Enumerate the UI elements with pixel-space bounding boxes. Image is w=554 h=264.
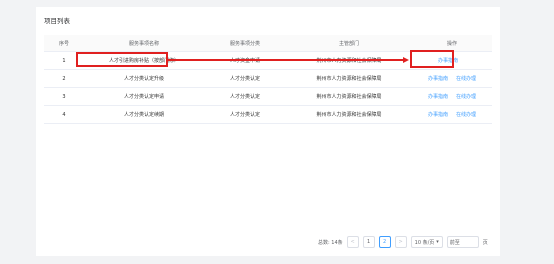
row-operations: 办事指南 在线办理 xyxy=(412,111,492,118)
row-department: 荆州市人力资源和社会保障局 xyxy=(316,76,382,82)
online-handle-link[interactable]: 在线办理 xyxy=(456,111,476,118)
next-page-button[interactable]: > xyxy=(394,236,407,248)
row-operations: 办事指南 xyxy=(412,57,492,64)
row-department: 荆州市人力资源和社会保障局 xyxy=(316,94,382,100)
page-suffix: 页 xyxy=(482,239,488,246)
row-department: 荆州市人力资源和社会保障局 xyxy=(316,58,382,64)
chevron-down-icon: ▾ xyxy=(436,239,439,245)
row-department: 荆州市人力资源和社会保障局 xyxy=(316,112,382,118)
row-service-name: 人才分类认定升级 xyxy=(123,76,164,82)
row-service-category: 人才分类认定 xyxy=(229,94,260,100)
row-no: 4 xyxy=(62,111,66,118)
guide-link[interactable]: 办事指南 xyxy=(428,111,448,118)
table-row: 4 人才分类认定续期 人才分类认定 荆州市人力资源和社会保障局 办事指南 在线办… xyxy=(44,106,492,124)
project-list-panel: 项目列表 序号 服务事项名称 服务事项分类 主管部门 操作 1 人才引进购房补贴… xyxy=(36,7,500,256)
header-no: 序号 xyxy=(58,40,69,47)
page-size-select[interactable]: 10 条/页 ▾ xyxy=(410,236,443,248)
page-jump-input[interactable]: 前至 xyxy=(446,236,479,248)
prev-page-button[interactable]: < xyxy=(346,236,359,248)
guide-link[interactable]: 办事指南 xyxy=(428,93,448,100)
row-service-category: 人才分类认定 xyxy=(229,76,260,82)
page-2-button[interactable]: 2 xyxy=(378,236,391,248)
row-no: 2 xyxy=(62,75,66,82)
header-department: 主管部门 xyxy=(338,40,359,47)
page-size-value: 10 条/页 xyxy=(414,239,435,246)
row-service-category: 人才资金申请 xyxy=(229,58,260,64)
header-operations: 操作 xyxy=(446,40,457,47)
row-no: 3 xyxy=(62,93,66,100)
row-service-category: 人才分类认定 xyxy=(229,112,260,118)
row-operations: 办事指南 在线办理 xyxy=(412,75,492,82)
row-service-name: 人才分类认定申请 xyxy=(123,94,164,100)
header-service-category: 服务事项分类 xyxy=(229,40,260,47)
row-service-name: 人才引进购房补贴（按部门修） xyxy=(108,58,179,64)
online-handle-link[interactable]: 在线办理 xyxy=(456,93,476,100)
guide-link[interactable]: 办事指南 xyxy=(428,75,448,82)
project-table: 序号 服务事项名称 服务事项分类 主管部门 操作 1 人才引进购房补贴（按部门修… xyxy=(44,35,492,124)
row-operations: 办事指南 在线办理 xyxy=(412,93,492,100)
row-no: 1 xyxy=(62,57,66,64)
pagination: 总数: 14条 < 1 2 > 10 条/页 ▾ 前至 页 xyxy=(318,236,488,248)
guide-link[interactable]: 办事指南 xyxy=(438,57,458,64)
header-service-name: 服务事项名称 xyxy=(128,40,159,47)
table-row: 1 人才引进购房补贴（按部门修） 人才资金申请 荆州市人力资源和社会保障局 办事… xyxy=(44,52,492,70)
panel-title: 项目列表 xyxy=(44,17,70,25)
pagination-total: 总数: 14条 xyxy=(318,239,343,246)
table-header: 序号 服务事项名称 服务事项分类 主管部门 操作 xyxy=(44,35,492,52)
online-handle-link[interactable]: 在线办理 xyxy=(456,75,476,82)
page-1-button[interactable]: 1 xyxy=(362,236,375,248)
table-row: 2 人才分类认定升级 人才分类认定 荆州市人力资源和社会保障局 办事指南 在线办… xyxy=(44,70,492,88)
table-row: 3 人才分类认定申请 人才分类认定 荆州市人力资源和社会保障局 办事指南 在线办… xyxy=(44,88,492,106)
row-service-name: 人才分类认定续期 xyxy=(123,112,164,118)
